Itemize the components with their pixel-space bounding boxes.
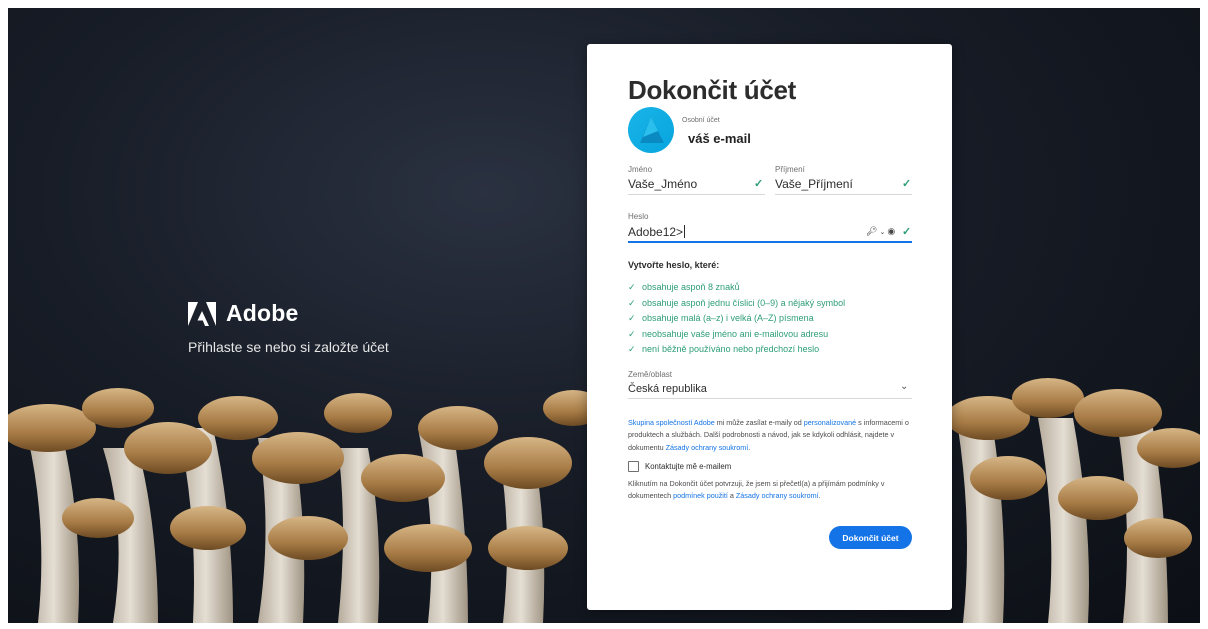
check-icon: ✓ bbox=[628, 344, 636, 354]
password-label: Heslo bbox=[628, 212, 649, 221]
requirement-item: ✓ obsahuje aspoň 8 znaků bbox=[628, 280, 845, 296]
password-value: Adobe12> bbox=[628, 225, 684, 239]
requirement-item: ✓ obsahuje aspoň jednu číslici (0–9) a ně… bbox=[628, 296, 845, 312]
chevron-down-icon[interactable]: ⌄ bbox=[879, 228, 885, 236]
complete-account-button[interactable]: Dokončit účet bbox=[829, 526, 912, 549]
account-type-label: Osobní účet bbox=[682, 117, 720, 124]
requirement-item: ✓ neobsahuje vaše jméno ani e-mailovou ad… bbox=[628, 327, 845, 343]
brand-name: Adobe bbox=[226, 300, 299, 326]
country-select[interactable]: Česká republika bbox=[628, 383, 707, 395]
requirement-item: ✓ obsahuje malá (a–z) i velká (A–Z) písme… bbox=[628, 311, 845, 327]
first-name-valid-icon: ✓ bbox=[754, 178, 764, 190]
show-password-icon[interactable]: ◉ bbox=[887, 226, 895, 237]
terms-of-use-link[interactable]: podmínek použití bbox=[673, 491, 728, 500]
contact-by-email-checkbox[interactable] bbox=[628, 461, 639, 472]
account-email: váš e-mail bbox=[688, 131, 751, 146]
contact-by-email-label[interactable]: Kontaktujte mě e-mailem bbox=[645, 462, 731, 471]
last-name-valid-icon: ✓ bbox=[902, 178, 912, 190]
avatar-shape-icon bbox=[640, 117, 664, 143]
complete-account-card: Dokončit účet Osobní účet váš e-mail Jmé… bbox=[587, 44, 952, 610]
first-name-field[interactable]: Vaše_Jméno bbox=[628, 177, 697, 191]
password-requirements-title: Vytvořte heslo, které: bbox=[628, 260, 720, 270]
check-icon: ✓ bbox=[628, 282, 636, 292]
personalized-link[interactable]: personalizované bbox=[804, 418, 856, 427]
page-title: Dokončit účet bbox=[628, 75, 797, 105]
requirement-item: ✓ není běžně používáno nebo předchozí hes… bbox=[628, 342, 845, 358]
country-underline bbox=[628, 398, 912, 399]
text-caret bbox=[684, 225, 686, 238]
password-tools: 🔑︎ ⌄ ◉ bbox=[866, 226, 895, 237]
adobe-logo-icon bbox=[188, 301, 216, 326]
check-icon: ✓ bbox=[628, 313, 636, 323]
password-requirements-list: ✓ obsahuje aspoň 8 znaků ✓ obsahuje aspoň … bbox=[628, 280, 845, 358]
key-icon[interactable]: 🔑︎ bbox=[866, 226, 877, 237]
password-valid-icon: ✓ bbox=[902, 226, 912, 238]
last-name-underline bbox=[775, 194, 912, 195]
privacy-policy-link-2[interactable]: Zásady ochrany soukromí bbox=[736, 491, 819, 500]
chevron-down-icon[interactable]: ⌄ bbox=[900, 381, 908, 392]
password-field[interactable]: Adobe12> bbox=[628, 225, 686, 239]
brand-block: Adobe Přihlaste se nebo si založte účet bbox=[188, 300, 389, 355]
last-name-label: Příjmení bbox=[775, 165, 805, 174]
check-icon: ✓ bbox=[628, 328, 636, 339]
adobe-family-link[interactable]: Skupina společností Adobe bbox=[628, 418, 715, 427]
background-scene: Adobe Přihlaste se nebo si založte účet … bbox=[8, 8, 1200, 623]
brand-tagline: Přihlaste se nebo si založte účet bbox=[188, 339, 389, 355]
marketing-consent-text: Skupina společností Adobe mi může zasíla… bbox=[628, 418, 909, 452]
first-name-underline bbox=[628, 194, 765, 195]
first-name-label: Jméno bbox=[628, 165, 653, 174]
terms-text: Kliknutím na Dokončit účet potvrzuji, že… bbox=[628, 479, 885, 501]
contact-by-email-row[interactable]: Kontaktujte mě e-mailem bbox=[628, 461, 731, 472]
password-underline-focused bbox=[628, 241, 912, 243]
country-label: Země/oblast bbox=[628, 370, 673, 379]
last-name-field[interactable]: Vaše_Příjmení bbox=[775, 177, 853, 191]
privacy-policy-link[interactable]: Zásady ochrany soukromí bbox=[666, 443, 749, 452]
avatar bbox=[628, 107, 674, 153]
check-icon: ✓ bbox=[628, 297, 636, 308]
